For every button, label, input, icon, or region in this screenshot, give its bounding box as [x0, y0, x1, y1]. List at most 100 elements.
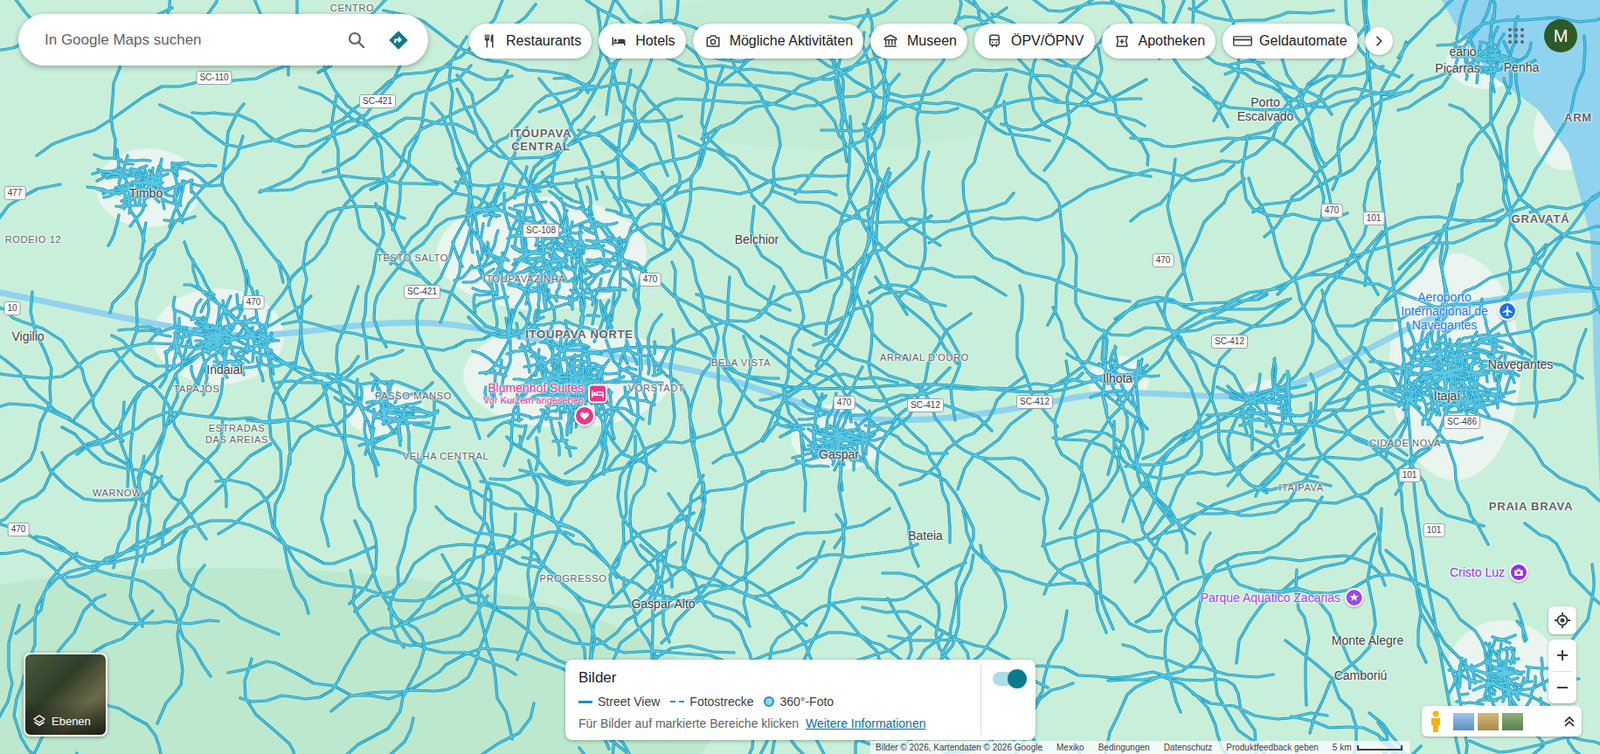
road-shield[interactable]: 10	[3, 301, 21, 316]
photo-thumb-icon[interactable]	[1477, 713, 1499, 731]
search-icon[interactable]	[339, 22, 375, 58]
footer-item[interactable]: 5 km	[1332, 741, 1352, 754]
map-view[interactable]: CENTRO SC-110 SC-421 ITOUPAVA CENTRAL Porto …	[0, 0, 1600, 754]
footer-item[interactable]: Bedingungen	[1098, 741, 1150, 754]
place-label[interactable]: Piçarras	[1434, 61, 1480, 76]
category-chip[interactable]: Mögliche Aktivitäten	[692, 23, 864, 59]
district-label[interactable]: ARRAIAL D'OURO	[879, 352, 970, 364]
road-shield[interactable]: SC-421	[359, 94, 396, 109]
road-shield[interactable]: SC-412	[907, 398, 944, 413]
apps-grid-icon[interactable]	[1505, 25, 1527, 47]
suburb-label[interactable]: PRAIA BRAVA	[1489, 499, 1573, 513]
footer-item[interactable]: Mexiko	[1056, 741, 1085, 754]
district-label[interactable]: TAPAJÓS	[173, 383, 220, 395]
suburb-label[interactable]: GRAVATÁ	[1511, 212, 1571, 226]
district-label[interactable]: TESTO SALTO	[376, 252, 449, 264]
category-chip[interactable]: Apotheken	[1101, 23, 1217, 59]
street-view-coverage[interactable]	[0, 0, 1600, 754]
district-label[interactable]: PASSO MANSO	[374, 390, 452, 402]
search-input[interactable]	[44, 28, 333, 52]
road-shield[interactable]: 470	[7, 522, 30, 537]
chip-icon	[984, 32, 1005, 50]
layers-button[interactable]: Ebenen	[23, 652, 108, 737]
place-label[interactable]: Timbó	[129, 186, 163, 201]
district-label[interactable]: PROGRESSO	[540, 573, 608, 585]
zoom-in-button[interactable]	[1548, 639, 1577, 672]
expand-up-icon[interactable]	[1562, 714, 1577, 729]
place-label[interactable]: Monte Alegre	[1331, 633, 1405, 648]
place-label[interactable]: Indaial	[206, 362, 243, 377]
place-label[interactable]: Camboriú	[1334, 668, 1388, 683]
road-shield[interactable]: SC-412	[1211, 334, 1248, 349]
attraction-poi-icon[interactable]	[1509, 562, 1529, 582]
road-shield[interactable]: 470	[639, 272, 662, 287]
more-info-link[interactable]: Weitere Informationen	[805, 716, 926, 731]
airport-poi-icon[interactable]	[1497, 301, 1517, 321]
place-label[interactable]: Bateia	[907, 528, 943, 543]
category-chip[interactable]: Geldautomate	[1222, 23, 1358, 59]
place-label[interactable]: Belchior	[734, 232, 780, 247]
place-label[interactable]: Vigilio	[11, 329, 44, 344]
place-label[interactable]: Gaspar	[818, 447, 859, 462]
poi-name[interactable]: Blumenhof Suites	[487, 380, 584, 395]
place-label[interactable]: Porto Escalvado	[1224, 95, 1308, 124]
chips-next-button[interactable]	[1364, 27, 1393, 56]
suburb-label[interactable]: ITOUPAVA NORTE	[525, 327, 634, 341]
road-shield[interactable]: SC-108	[522, 223, 560, 238]
district-label[interactable]: CIDADE NOVA	[1369, 437, 1441, 450]
park-poi-icon[interactable]	[1344, 588, 1365, 608]
place-label[interactable]: Penha	[1503, 60, 1539, 75]
district-label[interactable]: VELHA CENTRAL	[402, 450, 489, 463]
my-location-button[interactable]	[1548, 606, 1577, 635]
suburb-label[interactable]: ARM	[1564, 110, 1593, 125]
road-shield[interactable]: 101	[1423, 523, 1446, 538]
saved-heart-pin-icon[interactable]	[574, 405, 596, 427]
poi-marker[interactable]: Cristo Luz	[1449, 562, 1529, 582]
account-avatar[interactable]: M	[1544, 19, 1578, 53]
road-shield[interactable]: SC-412	[1016, 394, 1053, 409]
footer-item[interactable]: Produktfeedback geben	[1225, 741, 1319, 754]
place-label[interactable]: eário	[1448, 44, 1476, 59]
road-shield[interactable]: SC-110	[195, 70, 232, 85]
place-label[interactable]: Gaspar Alto	[630, 596, 695, 611]
pegman-icon[interactable]	[1426, 710, 1445, 734]
district-label[interactable]: CENTRO	[330, 2, 375, 14]
category-chip[interactable]: Restaurants	[469, 23, 592, 59]
category-chip[interactable]: Museen	[870, 23, 968, 59]
road-shield[interactable]: SC-421	[403, 284, 441, 299]
district-label[interactable]: RODEIO 12	[5, 234, 63, 246]
hotel-poi-icon[interactable]	[588, 383, 608, 403]
district-label[interactable]: WARNOW	[92, 487, 142, 499]
road-shield[interactable]: SC-486	[1443, 415, 1481, 430]
road-shield[interactable]: 470	[242, 295, 265, 310]
place-label[interactable]: Ilhota	[1102, 371, 1133, 386]
category-chip[interactable]: Hotels	[598, 23, 686, 59]
district-label[interactable]: BELA VISTA	[711, 357, 771, 369]
road-shield[interactable]: 470	[1152, 253, 1175, 268]
district-label[interactable]: ITAIPAVA	[1278, 482, 1324, 494]
directions-icon[interactable]	[380, 22, 416, 58]
road-shield[interactable]: 470	[833, 395, 856, 410]
photo-thumb-icon[interactable]	[1502, 713, 1524, 731]
place-label[interactable]: Navegantes	[1488, 357, 1554, 372]
footer-item[interactable]: Datenschutz	[1163, 741, 1213, 754]
place-label[interactable]: Itajaí	[1433, 388, 1461, 403]
suburb-label[interactable]: ITOUPAVA CENTRAL	[497, 126, 585, 153]
district-label[interactable]: VORSTADT	[628, 382, 685, 395]
zoom-out-button[interactable]	[1548, 671, 1577, 704]
poi-name[interactable]: Aeroporto Internacional de Navegantes	[1395, 290, 1494, 333]
road-shield[interactable]: 470	[1321, 203, 1344, 218]
district-label[interactable]: ESTRADAS DAS AREIAS	[197, 422, 277, 446]
poi-name[interactable]: Cristo Luz	[1449, 565, 1505, 580]
photo-thumb-icon[interactable]	[1453, 713, 1475, 731]
district-label[interactable]: ITOUPAVAZINHA	[483, 273, 567, 285]
poi-marker[interactable]: Parque Aquático Zacarias	[1200, 588, 1365, 608]
road-shield[interactable]: 101	[1363, 211, 1386, 226]
poi-marker[interactable]: Blumenhof SuitesVor Kurzem angesehen	[483, 380, 608, 407]
imagery-toggle[interactable]	[992, 671, 1025, 686]
road-shield[interactable]: 477	[4, 186, 27, 201]
poi-marker[interactable]: Aeroporto Internacional de Navegantes	[1395, 290, 1517, 333]
road-shield[interactable]: 101	[1399, 468, 1421, 483]
poi-name[interactable]: Parque Aquático Zacarias	[1200, 590, 1341, 605]
category-chip[interactable]: ÖPV/ÖPNV	[974, 23, 1095, 59]
